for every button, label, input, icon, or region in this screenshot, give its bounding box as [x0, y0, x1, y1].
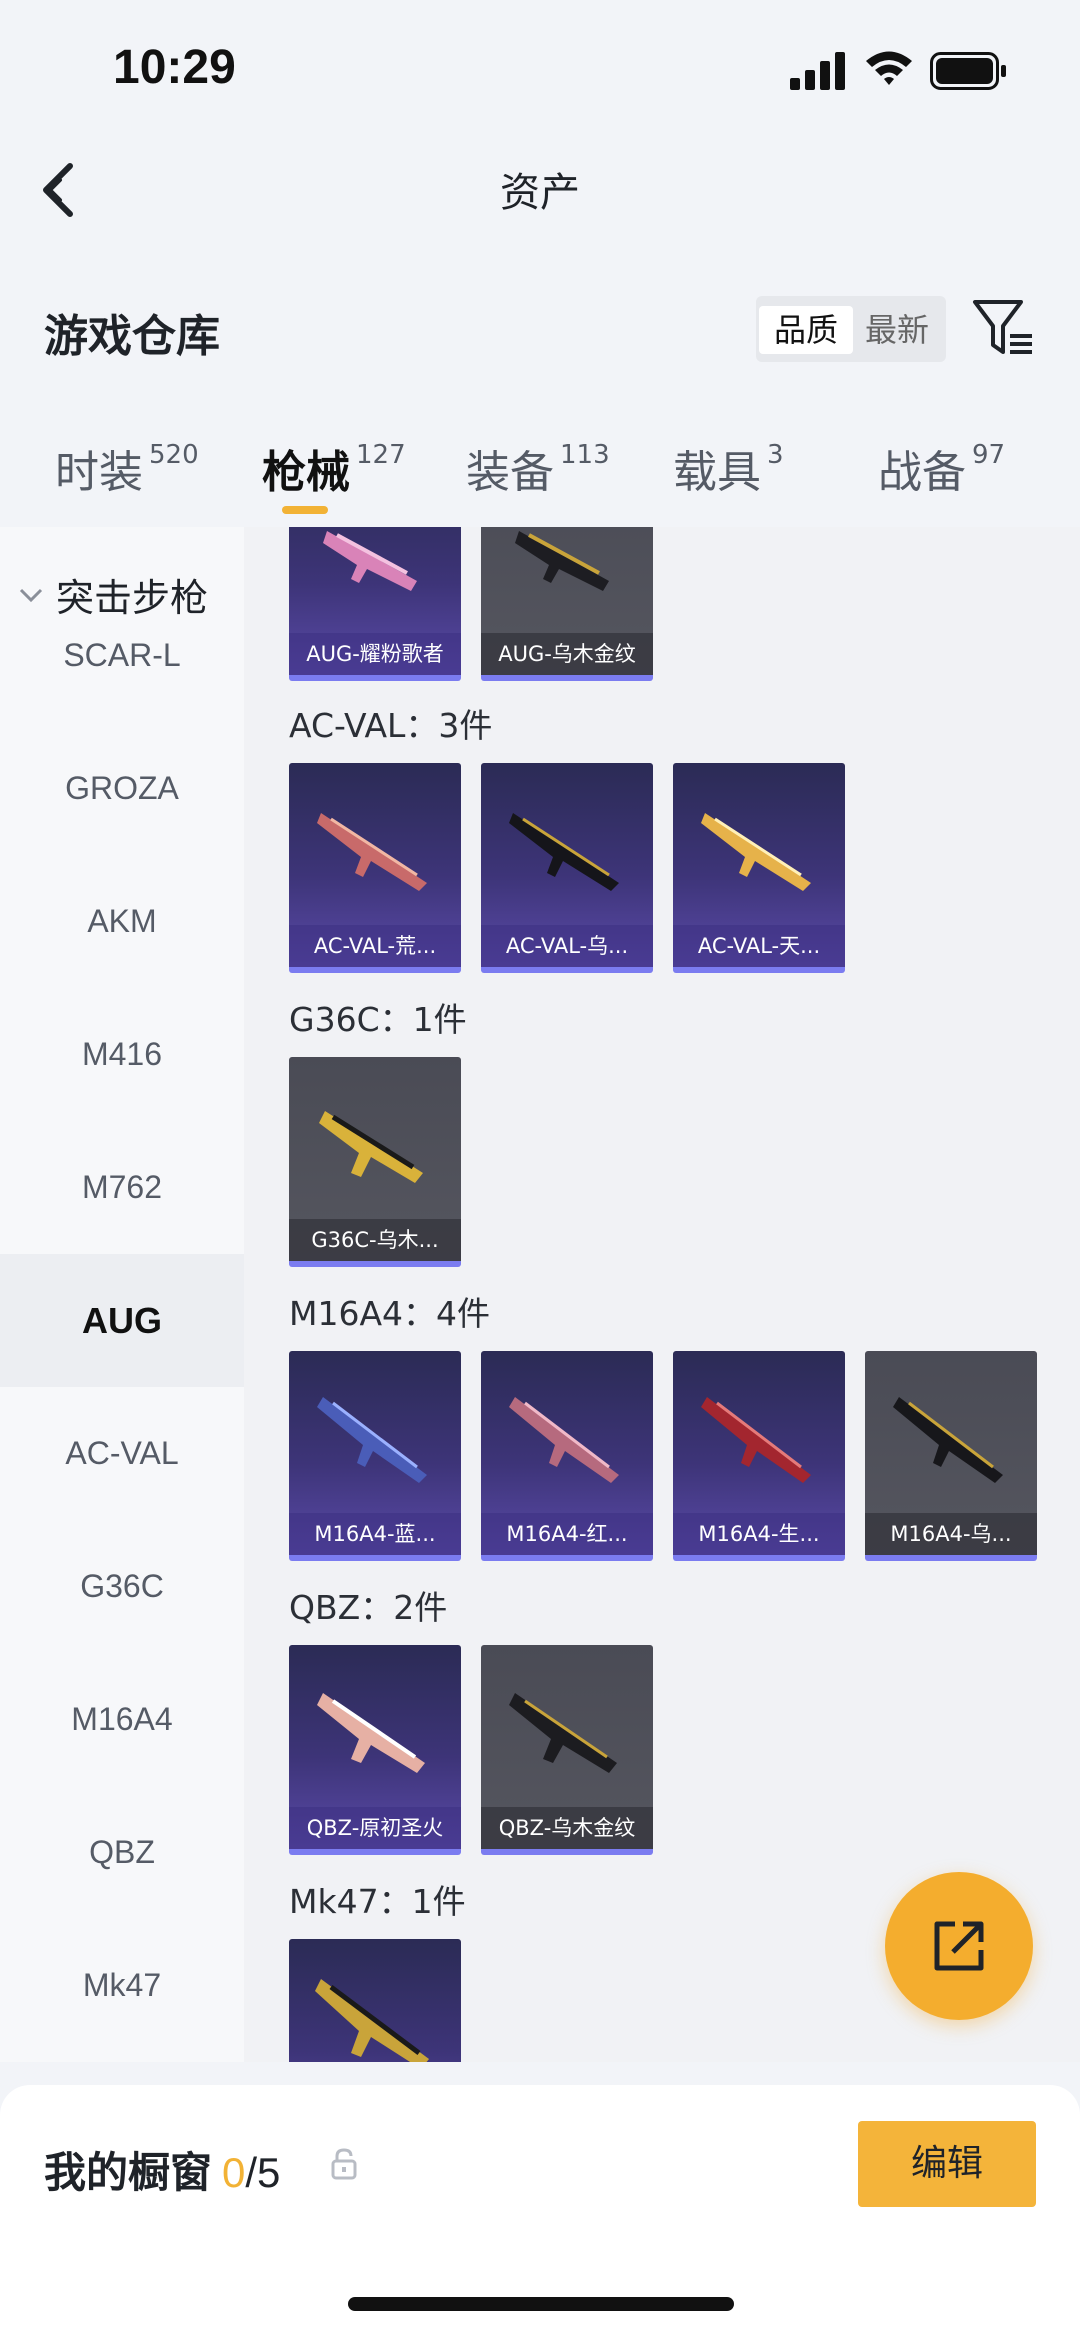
tab-vehicles[interactable]: 载具 3 — [673, 436, 784, 500]
weapon-card[interactable]: QBZ-乌木金纹 — [481, 1645, 653, 1855]
weapon-card-label: AUG-乌木金纹 — [481, 633, 653, 675]
tab-count: 113 — [560, 440, 610, 470]
showcase-current: 0 — [222, 2149, 246, 2196]
battery-icon — [930, 52, 1006, 90]
rifle-skin-icon — [509, 1693, 617, 1773]
weapon-card-label: M16A4-红... — [481, 1513, 653, 1555]
rifle-skin-icon — [893, 1397, 1003, 1483]
weapon-card-label: QBZ-原初圣火 — [289, 1807, 461, 1849]
rifle-skin-icon — [701, 813, 811, 891]
weapon-type-sidebar: 突击步枪 SCAR-L GROZA AKM M416 M762 AUG AC-V… — [0, 527, 244, 2062]
section-title: G36C：1件 — [289, 1000, 467, 1039]
weapon-card[interactable]: QBZ-原初圣火 — [289, 1645, 461, 1855]
wifi-icon — [866, 51, 912, 85]
weapon-card[interactable]: AUG-耀粉歌者 — [289, 527, 461, 681]
rifle-skin-icon — [317, 813, 427, 891]
tab-count: 127 — [356, 440, 406, 470]
weapon-card-label: AC-VAL-乌... — [481, 925, 653, 967]
share-icon — [934, 1921, 984, 1971]
rifle-skin-icon — [319, 1111, 423, 1183]
weapon-card-label: M16A4-生... — [673, 1513, 845, 1555]
tab-label: 载具 — [673, 447, 761, 498]
rifle-skin-icon — [317, 1693, 425, 1773]
tab-label: 时装 — [55, 447, 143, 498]
tab-label: 战备 — [878, 447, 966, 498]
tab-equipment[interactable]: 装备 113 — [466, 436, 610, 500]
tab-guns[interactable]: 枪械 127 — [262, 436, 406, 500]
weapon-card[interactable]: G36C-乌木... — [289, 1057, 461, 1267]
sidebar-item-scar-l[interactable]: SCAR-L — [0, 589, 244, 722]
showcase-count: 0/5 — [222, 2149, 280, 2197]
sidebar-item-akm[interactable]: AKM — [0, 855, 244, 988]
showcase-total: /5 — [245, 2149, 281, 2196]
section-title: QBZ：2件 — [289, 1588, 448, 1627]
sidebar-item-m762[interactable]: M762 — [0, 1121, 244, 1254]
weapon-card-label: AC-VAL-天... — [673, 925, 845, 967]
weapon-card-label: M16A4-乌... — [865, 1513, 1037, 1555]
sort-latest-button[interactable]: 最新 — [850, 306, 944, 354]
weapon-card[interactable]: AUG-乌木金纹 — [481, 527, 653, 681]
weapon-card-label: AC-VAL-荒... — [289, 925, 461, 967]
section-title: AC-VAL：3件 — [289, 706, 493, 745]
weapon-card[interactable]: M16A4-乌... — [865, 1351, 1037, 1561]
sidebar-item-qbz[interactable]: QBZ — [0, 1786, 244, 1919]
tab-label: 枪械 — [262, 447, 350, 498]
share-button[interactable] — [885, 1872, 1033, 2020]
tab-count: 520 — [149, 440, 199, 470]
page-title: 资产 — [500, 170, 580, 216]
status-time: 10:29 — [113, 41, 236, 94]
sidebar-item-aug[interactable]: AUG — [0, 1254, 244, 1387]
rifle-skin-icon — [509, 813, 619, 891]
cellular-signal-icon — [790, 52, 845, 90]
weapon-card[interactable] — [289, 1939, 461, 2062]
sidebar-item-m416[interactable]: M416 — [0, 988, 244, 1121]
tab-count: 97 — [972, 440, 1006, 470]
weapon-card-label: G36C-乌木... — [289, 1219, 461, 1261]
tab-count: 3 — [767, 440, 784, 470]
tab-label: 装备 — [466, 447, 554, 498]
section-title: M16A4：4件 — [289, 1294, 491, 1333]
sort-quality-button[interactable]: 品质 — [759, 306, 853, 354]
weapon-card[interactable]: M16A4-红... — [481, 1351, 653, 1561]
status-bar: 10:29 — [0, 0, 1080, 140]
rifle-skin-icon — [701, 1397, 811, 1483]
weapon-card-label: M16A4-蓝... — [289, 1513, 461, 1555]
lock-icon — [331, 2148, 357, 2180]
weapon-card[interactable]: AC-VAL-天... — [673, 763, 845, 973]
weapon-card[interactable]: AC-VAL-乌... — [481, 763, 653, 973]
rifle-skin-icon — [323, 531, 417, 591]
sidebar-item-ac-val[interactable]: AC-VAL — [0, 1387, 244, 1520]
showcase-title: 我的橱窗 — [44, 2148, 213, 2197]
sidebar-item-m16a4[interactable]: M16A4 — [0, 1653, 244, 1786]
sidebar-item-mk47[interactable]: Mk47 — [0, 1919, 244, 2052]
sidebar-item-groza[interactable]: GROZA — [0, 722, 244, 855]
sidebar-item-g36c[interactable]: G36C — [0, 1520, 244, 1653]
showcase-label: 我的橱窗 0/5 — [44, 2139, 280, 2200]
edit-button[interactable]: 编辑 — [858, 2121, 1036, 2207]
rifle-skin-icon — [515, 531, 609, 591]
rifle-skin-icon — [317, 1397, 427, 1483]
weapon-card[interactable]: AC-VAL-荒... — [289, 763, 461, 973]
rifle-skin-icon — [315, 1979, 429, 2062]
warehouse-title: 游戏仓库 — [44, 311, 220, 362]
home-indicator — [348, 2297, 734, 2311]
rifle-skin-icon — [509, 1397, 619, 1483]
tab-supplies[interactable]: 战备 97 — [878, 436, 1005, 500]
filter-icon[interactable] — [972, 298, 1034, 358]
sort-toggle: 品质 最新 — [756, 296, 946, 362]
weapon-card-label: QBZ-乌木金纹 — [481, 1807, 653, 1849]
weapon-card[interactable]: M16A4-生... — [673, 1351, 845, 1561]
tab-fashion[interactable]: 时装 520 — [55, 436, 199, 500]
weapon-list: AUG-耀粉歌者 AUG-乌木金纹 AC-VAL：3件 AC-VAL-荒... … — [244, 527, 1080, 2062]
active-tab-indicator — [282, 506, 328, 514]
weapon-card-label: AUG-耀粉歌者 — [289, 633, 461, 675]
weapon-card[interactable]: M16A4-蓝... — [289, 1351, 461, 1561]
section-title: Mk47：1件 — [289, 1882, 466, 1921]
